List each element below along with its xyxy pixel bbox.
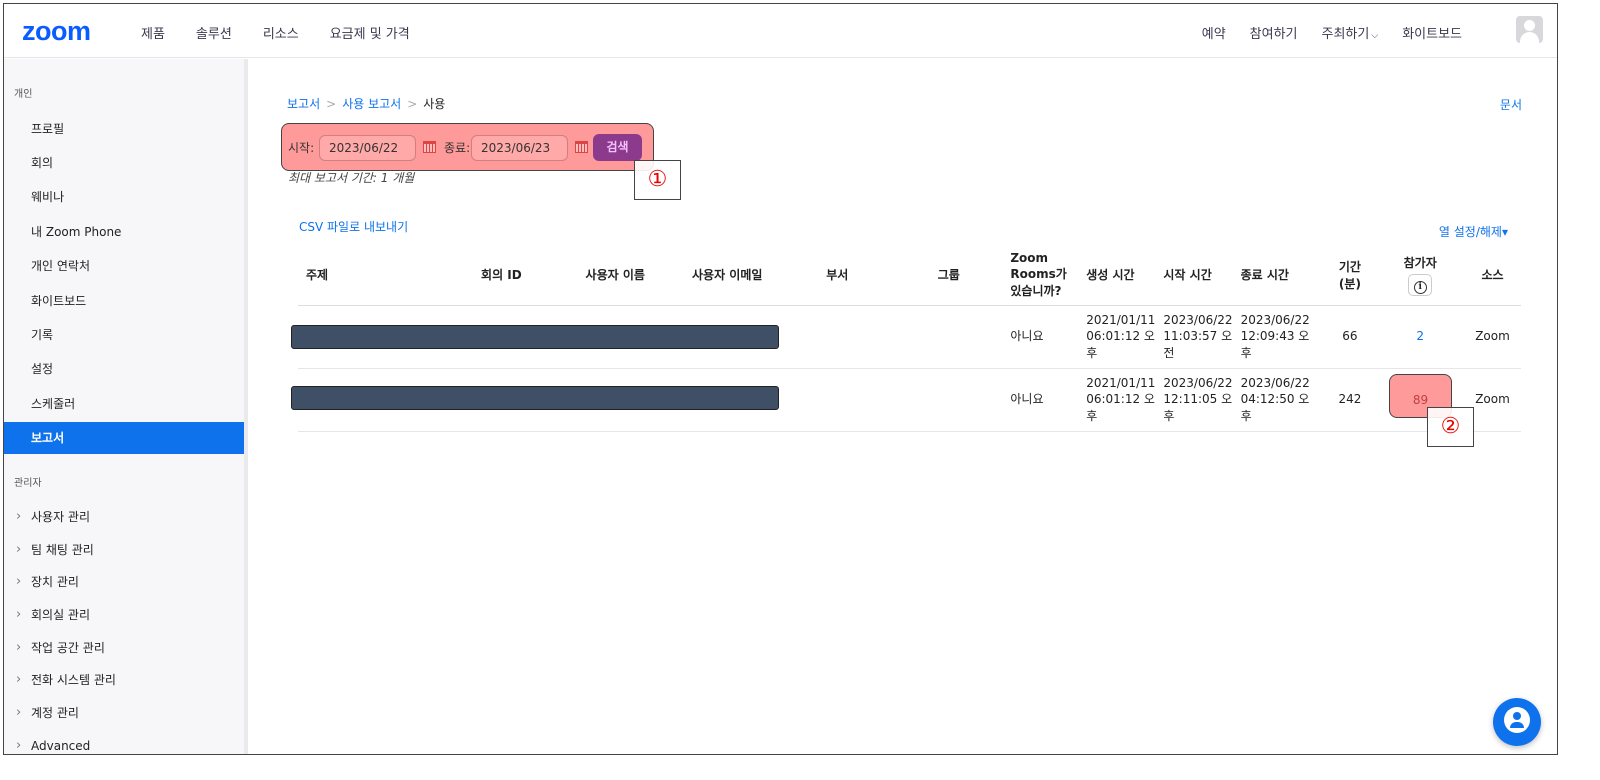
secondary-nav: 예약 참여하기 주최하기 ⌵ 화이트보드 xyxy=(1202,23,1462,42)
sidebar-item-account-management[interactable]: 계정 관리 xyxy=(4,697,244,729)
chevron-down-icon: ⌵ xyxy=(1371,31,1379,41)
nav-resources[interactable]: 리소스 xyxy=(263,23,299,42)
sidebar-item-device-management[interactable]: 장치 관리 xyxy=(4,566,244,598)
breadcrumb-reports[interactable]: 보고서 xyxy=(287,97,320,111)
nav-solutions[interactable]: 솔루션 xyxy=(196,23,232,42)
sidebar-item-meetings[interactable]: 회의 xyxy=(4,147,244,179)
zoom-rooms-cell: 아니요 xyxy=(1006,368,1083,432)
sidebar-section-personal: 개인 xyxy=(14,89,33,100)
participants-link[interactable]: 2 xyxy=(1376,305,1465,369)
column-header-created[interactable]: 생성 시간 xyxy=(1082,245,1160,306)
duration-cell: 66 xyxy=(1323,305,1377,369)
end-date-label: 종료: xyxy=(444,141,471,155)
duration-cell: 242 xyxy=(1323,368,1377,432)
column-header-topic[interactable]: 주제 xyxy=(298,245,478,306)
main-content: 보고서 > 사용 보고서 > 사용 문서 시작: 2023/06/22 종료: 2023… xyxy=(252,59,1557,754)
app-window: zoom 제품 솔루션 리소스 요금제 및 가격 예약 참여하기 주최하기 ⌵ 화… xyxy=(3,3,1558,755)
avatar[interactable] xyxy=(1516,16,1543,43)
sidebar-item-scheduler[interactable]: 스케줄러 xyxy=(4,388,244,420)
calendar-icon[interactable] xyxy=(575,141,588,153)
callout-marker-1: ① xyxy=(634,160,681,200)
group-cell xyxy=(933,368,1007,432)
export-csv-link[interactable]: CSV 파일로 내보내기 xyxy=(299,218,408,235)
column-header-meeting-id[interactable]: 회의 ID xyxy=(477,245,582,306)
column-settings-toggle[interactable]: 열 설정/해제▾ xyxy=(1439,223,1508,240)
table-header-row: 주제 회의 ID 사용자 이름 사용자 이메일 부서 그룹 Zoom Rooms… xyxy=(298,245,1521,306)
nav-pricing[interactable]: 요금제 및 가격 xyxy=(330,23,410,42)
primary-nav: 제품 솔루션 리소스 요금제 및 가격 xyxy=(141,23,410,42)
column-header-user-name[interactable]: 사용자 이름 xyxy=(581,245,688,306)
participants-header-label: 참가자 xyxy=(1403,255,1437,270)
sidebar-item-webinars[interactable]: 웨비나 xyxy=(4,181,244,213)
sidebar-item-team-chat[interactable]: 팀 채팅 관리 xyxy=(4,534,244,566)
end-cell: 2023/06/22 12:09:43 오후 xyxy=(1236,305,1324,369)
group-cell xyxy=(933,305,1007,369)
sidebar-item-zoom-phone[interactable]: 내 Zoom Phone xyxy=(4,216,244,248)
sidebar-item-phone-system[interactable]: 전화 시스템 관리 xyxy=(4,664,244,696)
start-cell: 2023/06/22 12:11:05 오후 xyxy=(1159,368,1237,432)
callout-marker-2: ② xyxy=(1427,407,1474,447)
sidebar-item-advanced[interactable]: Advanced xyxy=(4,730,244,754)
zoom-rooms-cell: 아니요 xyxy=(1006,305,1083,369)
nav-whiteboard[interactable]: 화이트보드 xyxy=(1402,23,1462,42)
breadcrumb-separator: > xyxy=(326,97,337,111)
calendar-icon[interactable] xyxy=(423,141,436,153)
start-date-label: 시작: xyxy=(288,141,315,155)
created-cell: 2021/01/11 06:01:12 오후 xyxy=(1082,305,1160,369)
department-cell xyxy=(822,305,934,369)
sidebar-item-profile[interactable]: 프로필 xyxy=(4,113,244,145)
sidebar-item-settings[interactable]: 설정 xyxy=(4,353,244,385)
sidebar-item-user-management[interactable]: 사용자 관리 xyxy=(4,501,244,533)
source-cell: Zoom xyxy=(1464,305,1521,369)
start-cell: 2023/06/22 11:03:57 오전 xyxy=(1159,305,1237,369)
column-header-start[interactable]: 시작 시간 xyxy=(1159,245,1237,306)
department-cell xyxy=(822,368,934,432)
column-header-duration[interactable]: 기간 (분) xyxy=(1323,245,1377,306)
chat-bot-icon xyxy=(1504,707,1530,733)
zoom-logo[interactable]: zoom xyxy=(22,16,91,47)
nav-schedule[interactable]: 예약 xyxy=(1202,23,1226,42)
column-header-zoom-rooms[interactable]: Zoom Rooms가 있습니까? xyxy=(1006,245,1083,306)
column-header-group[interactable]: 그룹 xyxy=(933,245,1007,306)
nav-host[interactable]: 주최하기 ⌵ xyxy=(1322,23,1379,42)
nav-join[interactable]: 참여하기 xyxy=(1250,23,1298,42)
sidebar-section-admin: 관리자 xyxy=(14,478,42,489)
date-range-search-highlight: 시작: 2023/06/22 종료: 2023/06/23 검색 xyxy=(281,123,654,171)
breadcrumb: 보고서 > 사용 보고서 > 사용 xyxy=(287,95,445,112)
sidebar-item-workspace-management[interactable]: 작업 공간 관리 xyxy=(4,632,244,664)
documentation-link[interactable]: 문서 xyxy=(1500,96,1522,113)
end-cell: 2023/06/22 04:12:50 오후 xyxy=(1236,368,1324,432)
nav-products[interactable]: 제품 xyxy=(141,23,165,42)
breadcrumb-usage-reports[interactable]: 사용 보고서 xyxy=(342,97,401,111)
redaction-bar xyxy=(291,325,779,349)
column-header-source[interactable]: 소스 xyxy=(1464,245,1521,306)
chat-support-button[interactable] xyxy=(1493,698,1541,746)
max-period-note: 최대 보고서 기간: 1 개월 xyxy=(288,171,415,185)
sidebar-item-contacts[interactable]: 개인 연락처 xyxy=(4,250,244,282)
start-date-input[interactable]: 2023/06/22 xyxy=(319,135,416,161)
column-header-end[interactable]: 종료 시간 xyxy=(1236,245,1324,306)
redaction-bar xyxy=(291,386,779,410)
sidebar-item-room-management[interactable]: 회의실 관리 xyxy=(4,599,244,631)
sidebar: 개인 프로필 회의 웨비나 내 Zoom Phone 개인 연락처 화이트보드 … xyxy=(4,59,248,754)
search-button[interactable]: 검색 xyxy=(593,134,642,161)
column-header-department[interactable]: 부서 xyxy=(822,245,934,306)
end-date-input[interactable]: 2023/06/23 xyxy=(471,135,568,161)
top-navigation: zoom 제품 솔루션 리소스 요금제 및 가격 예약 참여하기 주최하기 ⌵ 화… xyxy=(4,4,1557,58)
created-cell: 2021/01/11 06:01:12 오후 xyxy=(1082,368,1160,432)
sidebar-item-reports[interactable]: 보고서 xyxy=(4,422,244,454)
info-icon[interactable]: i xyxy=(1408,273,1433,296)
sidebar-item-recordings[interactable]: 기록 xyxy=(4,319,244,351)
sidebar-item-whiteboards[interactable]: 화이트보드 xyxy=(4,285,244,317)
column-header-participants[interactable]: 참가자 i xyxy=(1376,245,1465,306)
nav-host-label: 주최하기 xyxy=(1321,27,1370,42)
breadcrumb-separator: > xyxy=(407,97,418,111)
column-header-user-email[interactable]: 사용자 이메일 xyxy=(687,245,823,306)
breadcrumb-current: 사용 xyxy=(423,97,446,111)
